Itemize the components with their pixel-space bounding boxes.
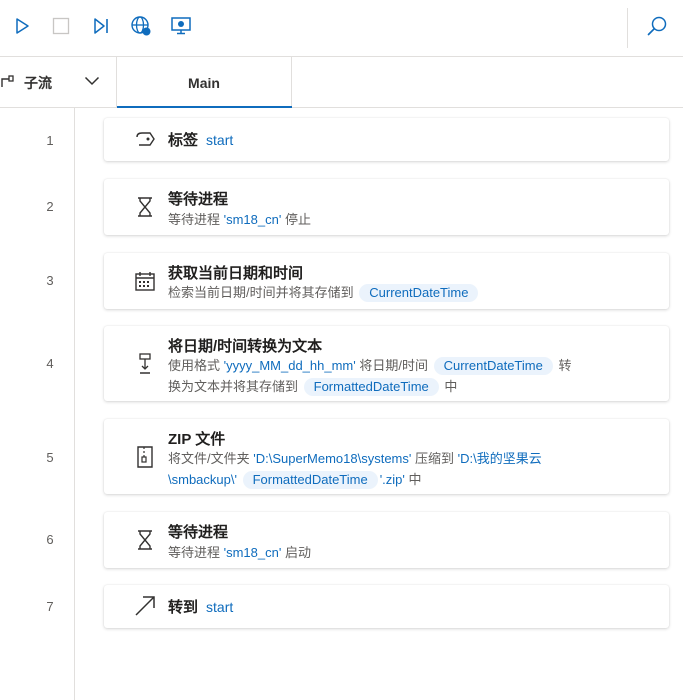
search-button[interactable] bbox=[643, 12, 671, 40]
action-description: 使用格式 'yyyy_MM_dd_hh_mm' 将日期/时间 CurrentDa… bbox=[168, 357, 572, 396]
line-number: 3 bbox=[46, 273, 54, 288]
action-card-label[interactable]: 标签 start bbox=[104, 118, 669, 161]
web-recorder-button[interactable] bbox=[127, 12, 155, 40]
subflows-dropdown[interactable]: 子流 bbox=[0, 57, 117, 107]
action-title: 转到 start bbox=[168, 599, 234, 616]
action-title: 将日期/时间转换为文本 bbox=[168, 338, 323, 355]
step-button[interactable] bbox=[87, 12, 115, 40]
convert-icon bbox=[134, 353, 156, 375]
action-description: 等待进程 'sm18_cn' 启动 bbox=[168, 545, 311, 560]
action-card-convert-datetime[interactable]: 将日期/时间转换为文本 使用格式 'yyyy_MM_dd_hh_mm' 将日期/… bbox=[104, 326, 669, 401]
step-next-icon bbox=[94, 18, 108, 34]
calendar-icon bbox=[134, 270, 156, 292]
action-description: 检索当前日期/时间并将其存储到 CurrentDateTime bbox=[168, 282, 628, 303]
chevron-down-icon bbox=[84, 76, 100, 86]
line-number: 2 bbox=[46, 199, 54, 214]
action-card-zip[interactable]: ZIP 文件 将文件/文件夹 'D:\SuperMemo18\systems' … bbox=[104, 419, 669, 494]
action-title: 标签 start bbox=[168, 132, 234, 149]
desktop-recorder-button[interactable] bbox=[167, 12, 195, 40]
subflow-icon bbox=[1, 75, 14, 87]
action-card-goto[interactable]: 转到 start bbox=[104, 585, 669, 628]
action-title: ZIP 文件 bbox=[168, 431, 226, 448]
label-icon bbox=[134, 128, 156, 150]
action-card-wait-process[interactable]: 等待进程 等待进程 'sm18_cn' 停止 bbox=[104, 179, 669, 235]
action-title: 等待进程 bbox=[168, 524, 229, 541]
variable-pill: FormattedDateTime bbox=[303, 378, 439, 396]
desktop-record-icon bbox=[171, 17, 191, 35]
play-icon bbox=[16, 18, 29, 34]
tab-main[interactable]: Main bbox=[117, 57, 292, 108]
subflow-label: 子流 bbox=[24, 75, 52, 91]
tab-main-label: Main bbox=[188, 74, 220, 91]
stop-icon bbox=[52, 17, 70, 35]
action-card-get-datetime[interactable]: 获取当前日期和时间 检索当前日期/时间并将其存储到 CurrentDateTim… bbox=[104, 253, 669, 309]
line-number: 1 bbox=[46, 133, 54, 148]
zip-icon bbox=[134, 446, 156, 468]
hourglass-icon bbox=[134, 529, 156, 551]
goto-arrow-icon bbox=[134, 595, 156, 617]
variable-pill: CurrentDateTime bbox=[433, 357, 553, 375]
line-number: 4 bbox=[46, 356, 54, 371]
action-description: 等待进程 'sm18_cn' 停止 bbox=[168, 212, 311, 227]
variable-pill: FormattedDateTime bbox=[242, 471, 378, 489]
active-tab-indicator bbox=[117, 106, 292, 108]
globe-record-icon bbox=[131, 16, 151, 36]
search-icon bbox=[647, 16, 667, 36]
action-description: 将文件/文件夹 'D:\SuperMemo18\systems' 压缩到 'D:… bbox=[168, 451, 542, 489]
goto-label-target: start bbox=[206, 599, 234, 615]
action-card-wait-process[interactable]: 等待进程 等待进程 'sm18_cn' 启动 bbox=[104, 512, 669, 568]
action-title: 获取当前日期和时间 bbox=[168, 265, 304, 282]
line-number: 7 bbox=[46, 599, 54, 614]
line-number: 5 bbox=[46, 450, 54, 465]
tab-bar: 子流 Main bbox=[0, 57, 683, 108]
toolbar-divider bbox=[627, 8, 628, 48]
toolbar bbox=[0, 0, 683, 57]
action-title: 等待进程 bbox=[168, 191, 229, 208]
stop-button[interactable] bbox=[47, 12, 75, 40]
label-name: start bbox=[206, 132, 234, 148]
line-number: 6 bbox=[46, 532, 54, 547]
run-button[interactable] bbox=[8, 12, 36, 40]
variable-pill: CurrentDateTime bbox=[359, 284, 479, 302]
gutter-divider bbox=[74, 108, 75, 700]
hourglass-icon bbox=[134, 196, 156, 218]
